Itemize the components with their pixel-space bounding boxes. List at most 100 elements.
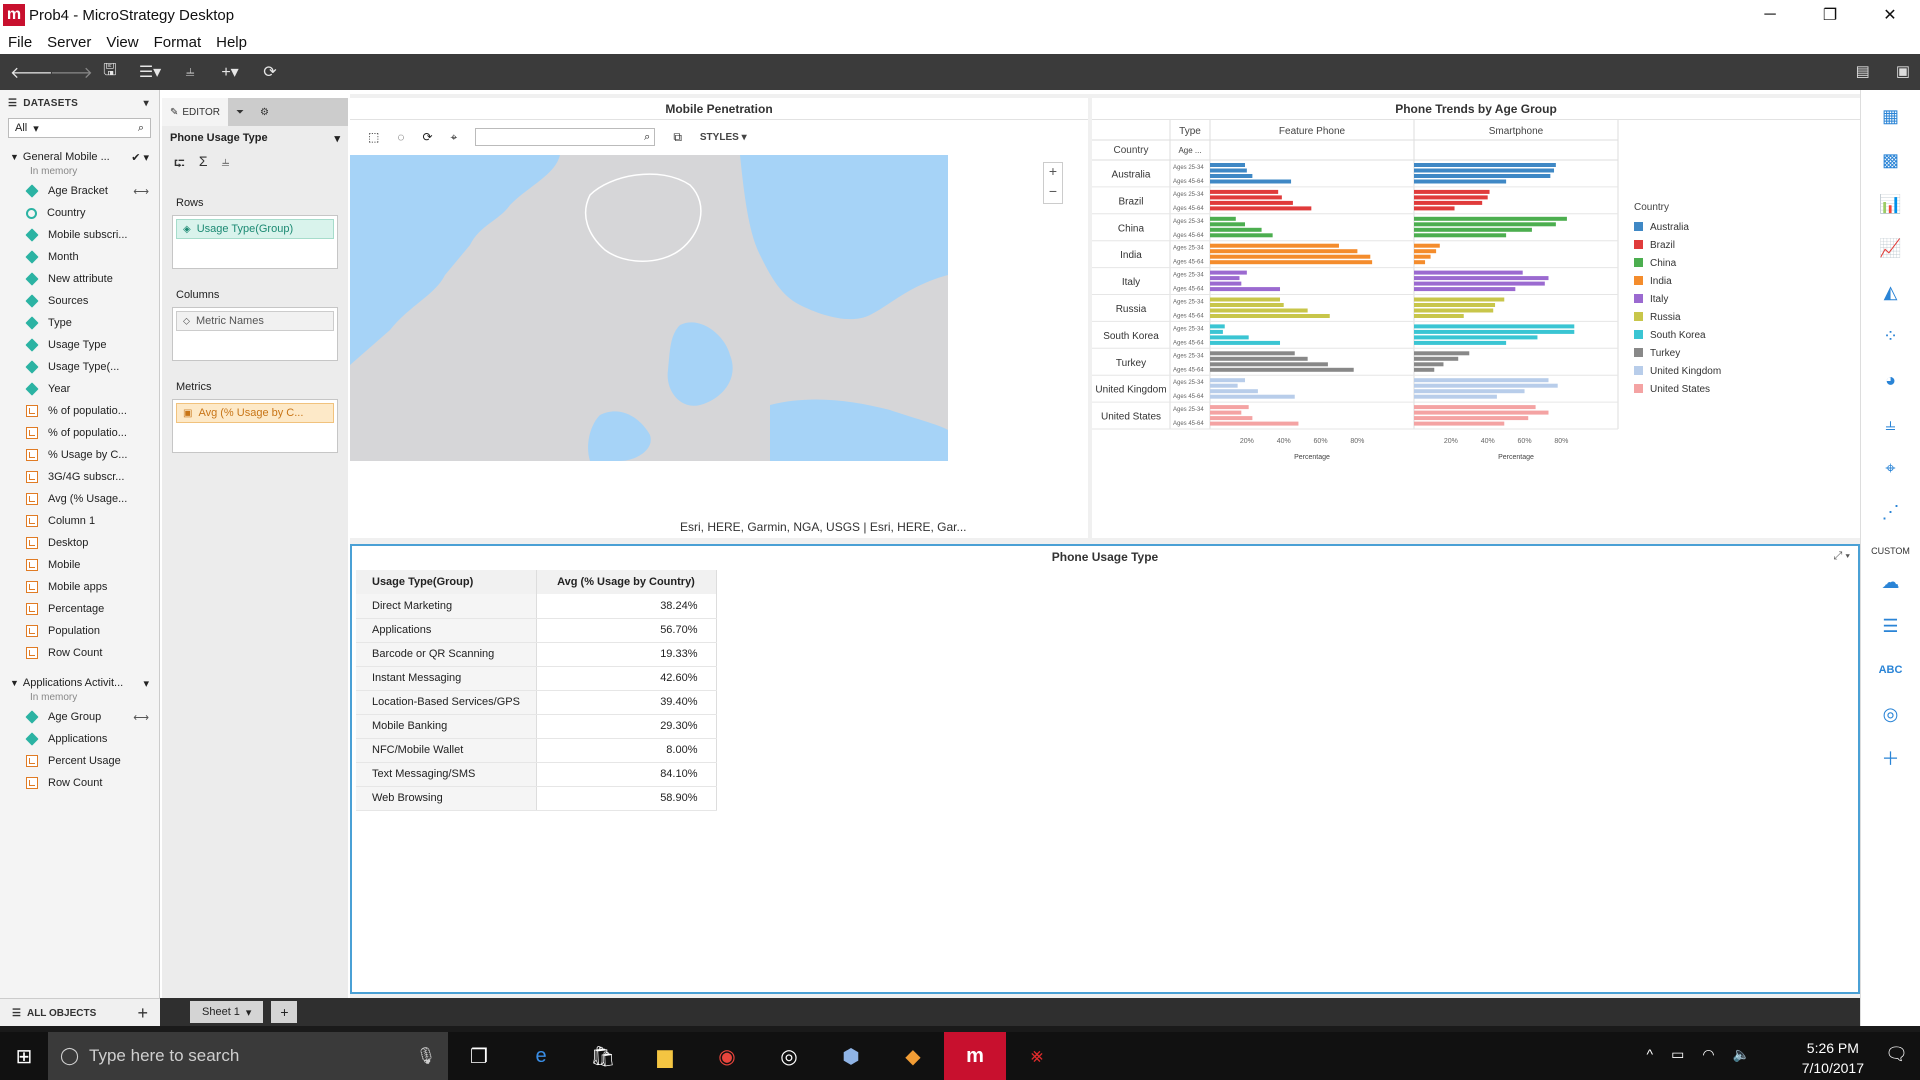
visualization-selector[interactable]: Phone Usage Type ▾ [170,132,340,145]
columns-chip[interactable]: ⬦ Metric Names [176,311,334,331]
chevron-down-icon[interactable]: ▾ [144,98,149,109]
add-visualization-icon[interactable]: ⫨ [170,63,210,81]
menu-help[interactable]: Help [216,34,247,51]
dataset-object[interactable]: Sources [0,290,159,312]
dataset-object[interactable]: Applications [0,728,159,750]
acrobat-icon[interactable]: ⨳ [1006,1032,1068,1080]
table-row[interactable]: NFC/Mobile Wallet 8.00% [356,738,717,763]
dataset-filter[interactable]: All ▾ ⌕ [8,118,151,138]
battery-icon[interactable]: ▭ [1671,1046,1684,1063]
usage-type-cell[interactable]: Barcode or QR Scanning [356,642,537,667]
dataset-object[interactable]: Percent Usage [0,750,159,772]
usage-value-cell[interactable]: 58.90% [536,786,717,811]
area-chart-viz-icon[interactable]: ◭ [1873,274,1909,310]
dataset-object[interactable]: % Usage by C... [0,444,159,466]
circle-select-icon[interactable]: ◌ [397,130,404,144]
text-viz-icon[interactable]: ABC [1873,652,1909,688]
dataset-object[interactable]: Mobile subscri... [0,224,159,246]
dataset-object[interactable]: % of populatio... [0,422,159,444]
table-row[interactable]: Direct Marketing 38.24% [356,594,717,619]
table-row[interactable]: Text Messaging/SMS 84.10% [356,762,717,787]
dataset-object[interactable]: Mobile apps [0,576,159,598]
usage-type-cell[interactable]: Applications [356,618,537,643]
dataset-group[interactable]: ▼ General Mobile ... ✔ ▾ [0,148,159,166]
maximize-icon[interactable]: ⤢ [1834,550,1843,562]
tab-format[interactable]: ⚙ [252,98,277,126]
insert-icon[interactable]: +▾ [210,62,250,82]
cube-app-icon[interactable]: ⬢ [820,1032,882,1080]
usage-value-cell[interactable]: 84.10% [536,762,717,787]
grid-viz-icon[interactable]: ▦ [1873,98,1909,134]
data-view-icon[interactable]: ▤ [1856,62,1870,80]
collapse-triangle-icon[interactable]: ▼ [10,152,19,162]
tab-filter[interactable]: ⏷ [228,98,252,126]
bubble-chart-viz-icon[interactable]: ⁘ [1873,318,1909,354]
presentation-mode-icon[interactable]: ▣ [1896,62,1910,80]
table-row[interactable]: Applications 56.70% [356,618,717,643]
rows-dropzone[interactable]: ◈ Usage Type(Group) [172,215,338,269]
network-viz-icon[interactable]: ⋰ [1873,494,1909,530]
usage-type-cell[interactable]: Direct Marketing [356,594,537,619]
dataset-object[interactable]: New attribute [0,268,159,290]
chevron-up-icon[interactable]: ^ [1647,1046,1654,1063]
zoom-out-button[interactable]: − [1044,183,1062,203]
undo-icon[interactable]: 🡐 [10,62,53,83]
chevron-down-icon[interactable]: ▾ [143,677,149,690]
edge-icon[interactable]: e [510,1032,572,1080]
table-row[interactable]: Barcode or QR Scanning 19.33% [356,642,717,667]
add-sheet-button[interactable]: + [271,1001,298,1023]
search-icon[interactable]: ⌕ [644,131,650,144]
map-viz-icon[interactable]: ⌖ [1873,450,1909,486]
usage-type-cell[interactable]: NFC/Mobile Wallet [356,738,537,763]
tab-editor[interactable]: ✎ EDITOR [162,98,228,126]
restore-button[interactable]: ❐ [1800,0,1860,30]
dataset-object[interactable]: 3G/4G subscr... [0,466,159,488]
minimize-button[interactable]: ─ [1740,0,1800,30]
usage-value-cell[interactable]: 42.60% [536,666,717,691]
table-row[interactable]: Web Browsing 58.90% [356,786,717,811]
usage-type-cell[interactable]: Web Browsing [356,786,537,811]
usage-col-metric[interactable]: Avg (% Usage by Country) [536,570,717,594]
volume-icon[interactable]: 🔈 [1733,1046,1750,1063]
table-row[interactable]: Instant Messaging 42.60% [356,666,717,691]
microphone-icon[interactable]: 🎙 [416,1046,436,1066]
wifi-icon[interactable]: ◠ [1702,1046,1714,1063]
dataset-object[interactable]: Country [0,202,159,224]
dataset-object[interactable]: Population [0,620,159,642]
dataset-group[interactable]: ▼ Applications Activit... ▾ [0,674,159,692]
pie-chart-viz-icon[interactable]: ◕ [1873,362,1909,398]
dataset-object[interactable]: Desktop [0,532,159,554]
usage-type-cell[interactable]: Mobile Banking [356,714,537,739]
redo-icon[interactable]: 🡒 [50,62,93,83]
dataset-actions-icon[interactable]: ✔ ▾ [131,151,149,164]
usage-col-attr[interactable]: Usage Type(Group) [356,570,537,594]
task-view-icon[interactable]: ❐ [448,1032,510,1080]
dataset-object[interactable]: Row Count [0,642,159,664]
table-row[interactable]: Mobile Banking 29.30% [356,714,717,739]
word-cloud-viz-icon[interactable]: ☁ [1873,564,1909,600]
heatmap-viz-icon[interactable]: ▩ [1873,142,1909,178]
donut-viz-icon[interactable]: ◎ [1873,696,1909,732]
taskbar-clock[interactable]: 5:26 PM 7/10/2017 [1802,1038,1864,1078]
git-app-icon[interactable]: ◆ [882,1032,944,1080]
combo-chart-viz-icon[interactable]: ⫨ [1873,406,1909,442]
rectangle-select-icon[interactable]: ⬚ [368,130,379,144]
dataset-object[interactable]: Percentage [0,598,159,620]
usage-value-cell[interactable]: 38.24% [536,594,717,619]
chrome-icon[interactable]: ◉ [696,1032,758,1080]
table-row[interactable]: Location-Based Services/GPS 39.40% [356,690,717,715]
gantt-viz-icon[interactable]: ☰ [1873,608,1909,644]
dataset-object[interactable]: Month [0,246,159,268]
dataset-object[interactable]: Usage Type(... [0,356,159,378]
map-search-input[interactable]: ⌕ [475,128,656,146]
microstrategy-app-icon[interactable]: m [944,1032,1006,1080]
dataset-object[interactable]: Mobile [0,554,159,576]
clear-selection-icon[interactable]: ⌖ [451,130,458,145]
dataset-object[interactable]: Age Bracket ⟷ [0,180,159,202]
line-chart-viz-icon[interactable]: 📈 [1873,230,1909,266]
bar-chart-viz-icon[interactable]: 📊 [1873,186,1909,222]
styles-dropdown[interactable]: STYLES ▾ [700,132,747,143]
dataset-object[interactable]: Type [0,312,159,334]
layers-icon[interactable]: ⧉ [673,130,682,145]
lasso-select-icon[interactable]: ⟳ [422,130,432,144]
